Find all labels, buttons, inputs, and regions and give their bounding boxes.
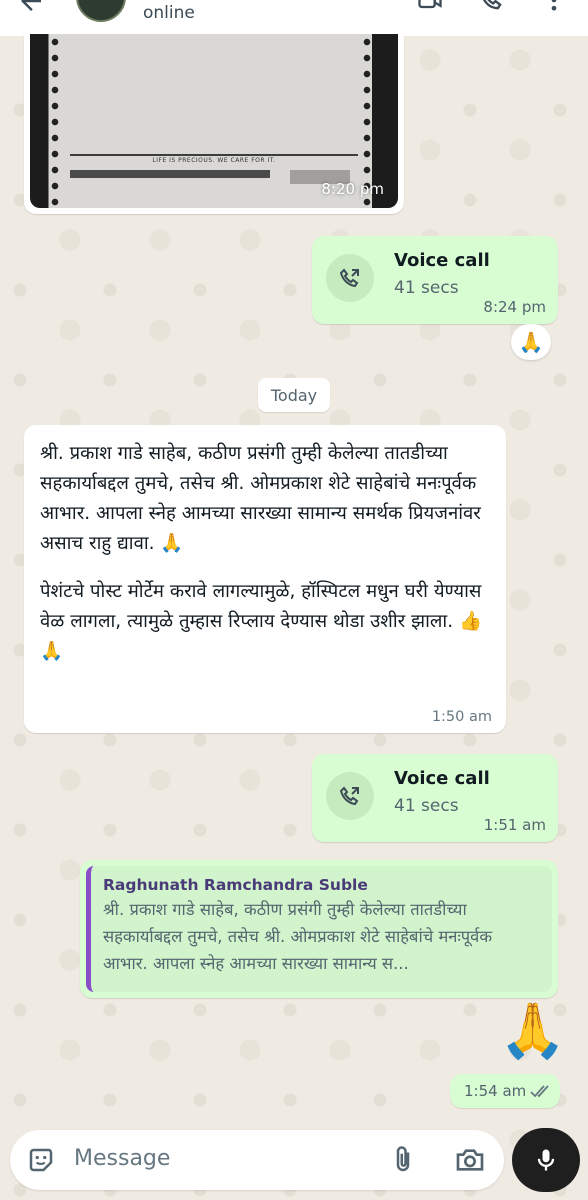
voice-call-message[interactable]: Voice call 41 secs 1:51 am bbox=[312, 754, 558, 842]
message-time: 1:54 am bbox=[464, 1082, 527, 1100]
voice-call-message[interactable]: Voice call 41 secs 8:24 pm bbox=[312, 236, 558, 324]
emoji-message[interactable]: 🙏 bbox=[498, 996, 568, 1066]
paper-rule bbox=[70, 154, 358, 156]
outgoing-call-icon bbox=[326, 772, 374, 820]
reply-message[interactable]: Raghunath Ramchandra Suble श्री. प्रकाश … bbox=[80, 860, 558, 998]
contact-status: online bbox=[143, 3, 195, 23]
outgoing-call-icon bbox=[326, 254, 374, 302]
attach-paperclip-icon[interactable] bbox=[388, 1145, 418, 1175]
image-message[interactable]: LIFE IS PRECIOUS. WE CARE FOR IT. 8:20 p… bbox=[24, 34, 404, 214]
contact-avatar[interactable] bbox=[76, 0, 126, 22]
camera-icon[interactable] bbox=[454, 1144, 486, 1176]
call-duration: 41 secs bbox=[394, 796, 459, 816]
message-image[interactable]: LIFE IS PRECIOUS. WE CARE FOR IT. 8:20 p… bbox=[30, 34, 398, 208]
message-time: 8:20 pm bbox=[321, 180, 384, 198]
call-title: Voice call bbox=[394, 250, 490, 271]
message-composer: Message bbox=[10, 1130, 504, 1190]
incoming-text-message[interactable]: श्री. प्रकाश गाडे साहेब, कठीण प्रसंगी तु… bbox=[24, 425, 506, 733]
message-reaction[interactable]: 🙏 bbox=[511, 324, 551, 360]
microphone-icon bbox=[537, 1149, 555, 1171]
message-paragraph: श्री. प्रकाश गाडे साहेब, कठीण प्रसंगी तु… bbox=[40, 443, 481, 554]
video-call-icon[interactable] bbox=[416, 0, 444, 14]
message-time: 8:24 pm bbox=[483, 298, 546, 316]
quoted-message[interactable]: Raghunath Ramchandra Suble श्री. प्रकाश … bbox=[86, 866, 552, 992]
arrow-left-icon[interactable] bbox=[16, 0, 46, 16]
double-tick-icon bbox=[530, 1082, 552, 1100]
sent-message-meta: 1:54 am bbox=[450, 1074, 560, 1108]
call-title: Voice call bbox=[394, 768, 490, 789]
quoted-text: श्री. प्रकाश गाडे साहेब, कठीण प्रसंगी तु… bbox=[103, 900, 493, 973]
message-time: 1:51 am bbox=[483, 816, 546, 834]
phone-add-icon[interactable] bbox=[478, 0, 506, 14]
quoted-author: Raghunath Ramchandra Suble bbox=[103, 876, 368, 894]
paper-footer-bar bbox=[70, 170, 270, 178]
chat-header: online bbox=[0, 0, 588, 36]
message-paragraph: पेशंटचे पोस्ट मोर्टेम करावे लागल्यामुळे,… bbox=[40, 581, 482, 662]
emoji-sticker-icon[interactable] bbox=[26, 1145, 56, 1175]
paper-tagline: LIFE IS PRECIOUS. WE CARE FOR IT. bbox=[152, 157, 276, 164]
message-time: 1:50 am bbox=[431, 709, 492, 725]
mic-button[interactable] bbox=[512, 1128, 580, 1192]
call-duration: 41 secs bbox=[394, 278, 459, 298]
binder-holes bbox=[48, 34, 62, 208]
more-vert-icon[interactable] bbox=[540, 0, 568, 14]
date-divider: Today bbox=[258, 378, 330, 412]
message-input[interactable]: Message bbox=[74, 1146, 170, 1171]
